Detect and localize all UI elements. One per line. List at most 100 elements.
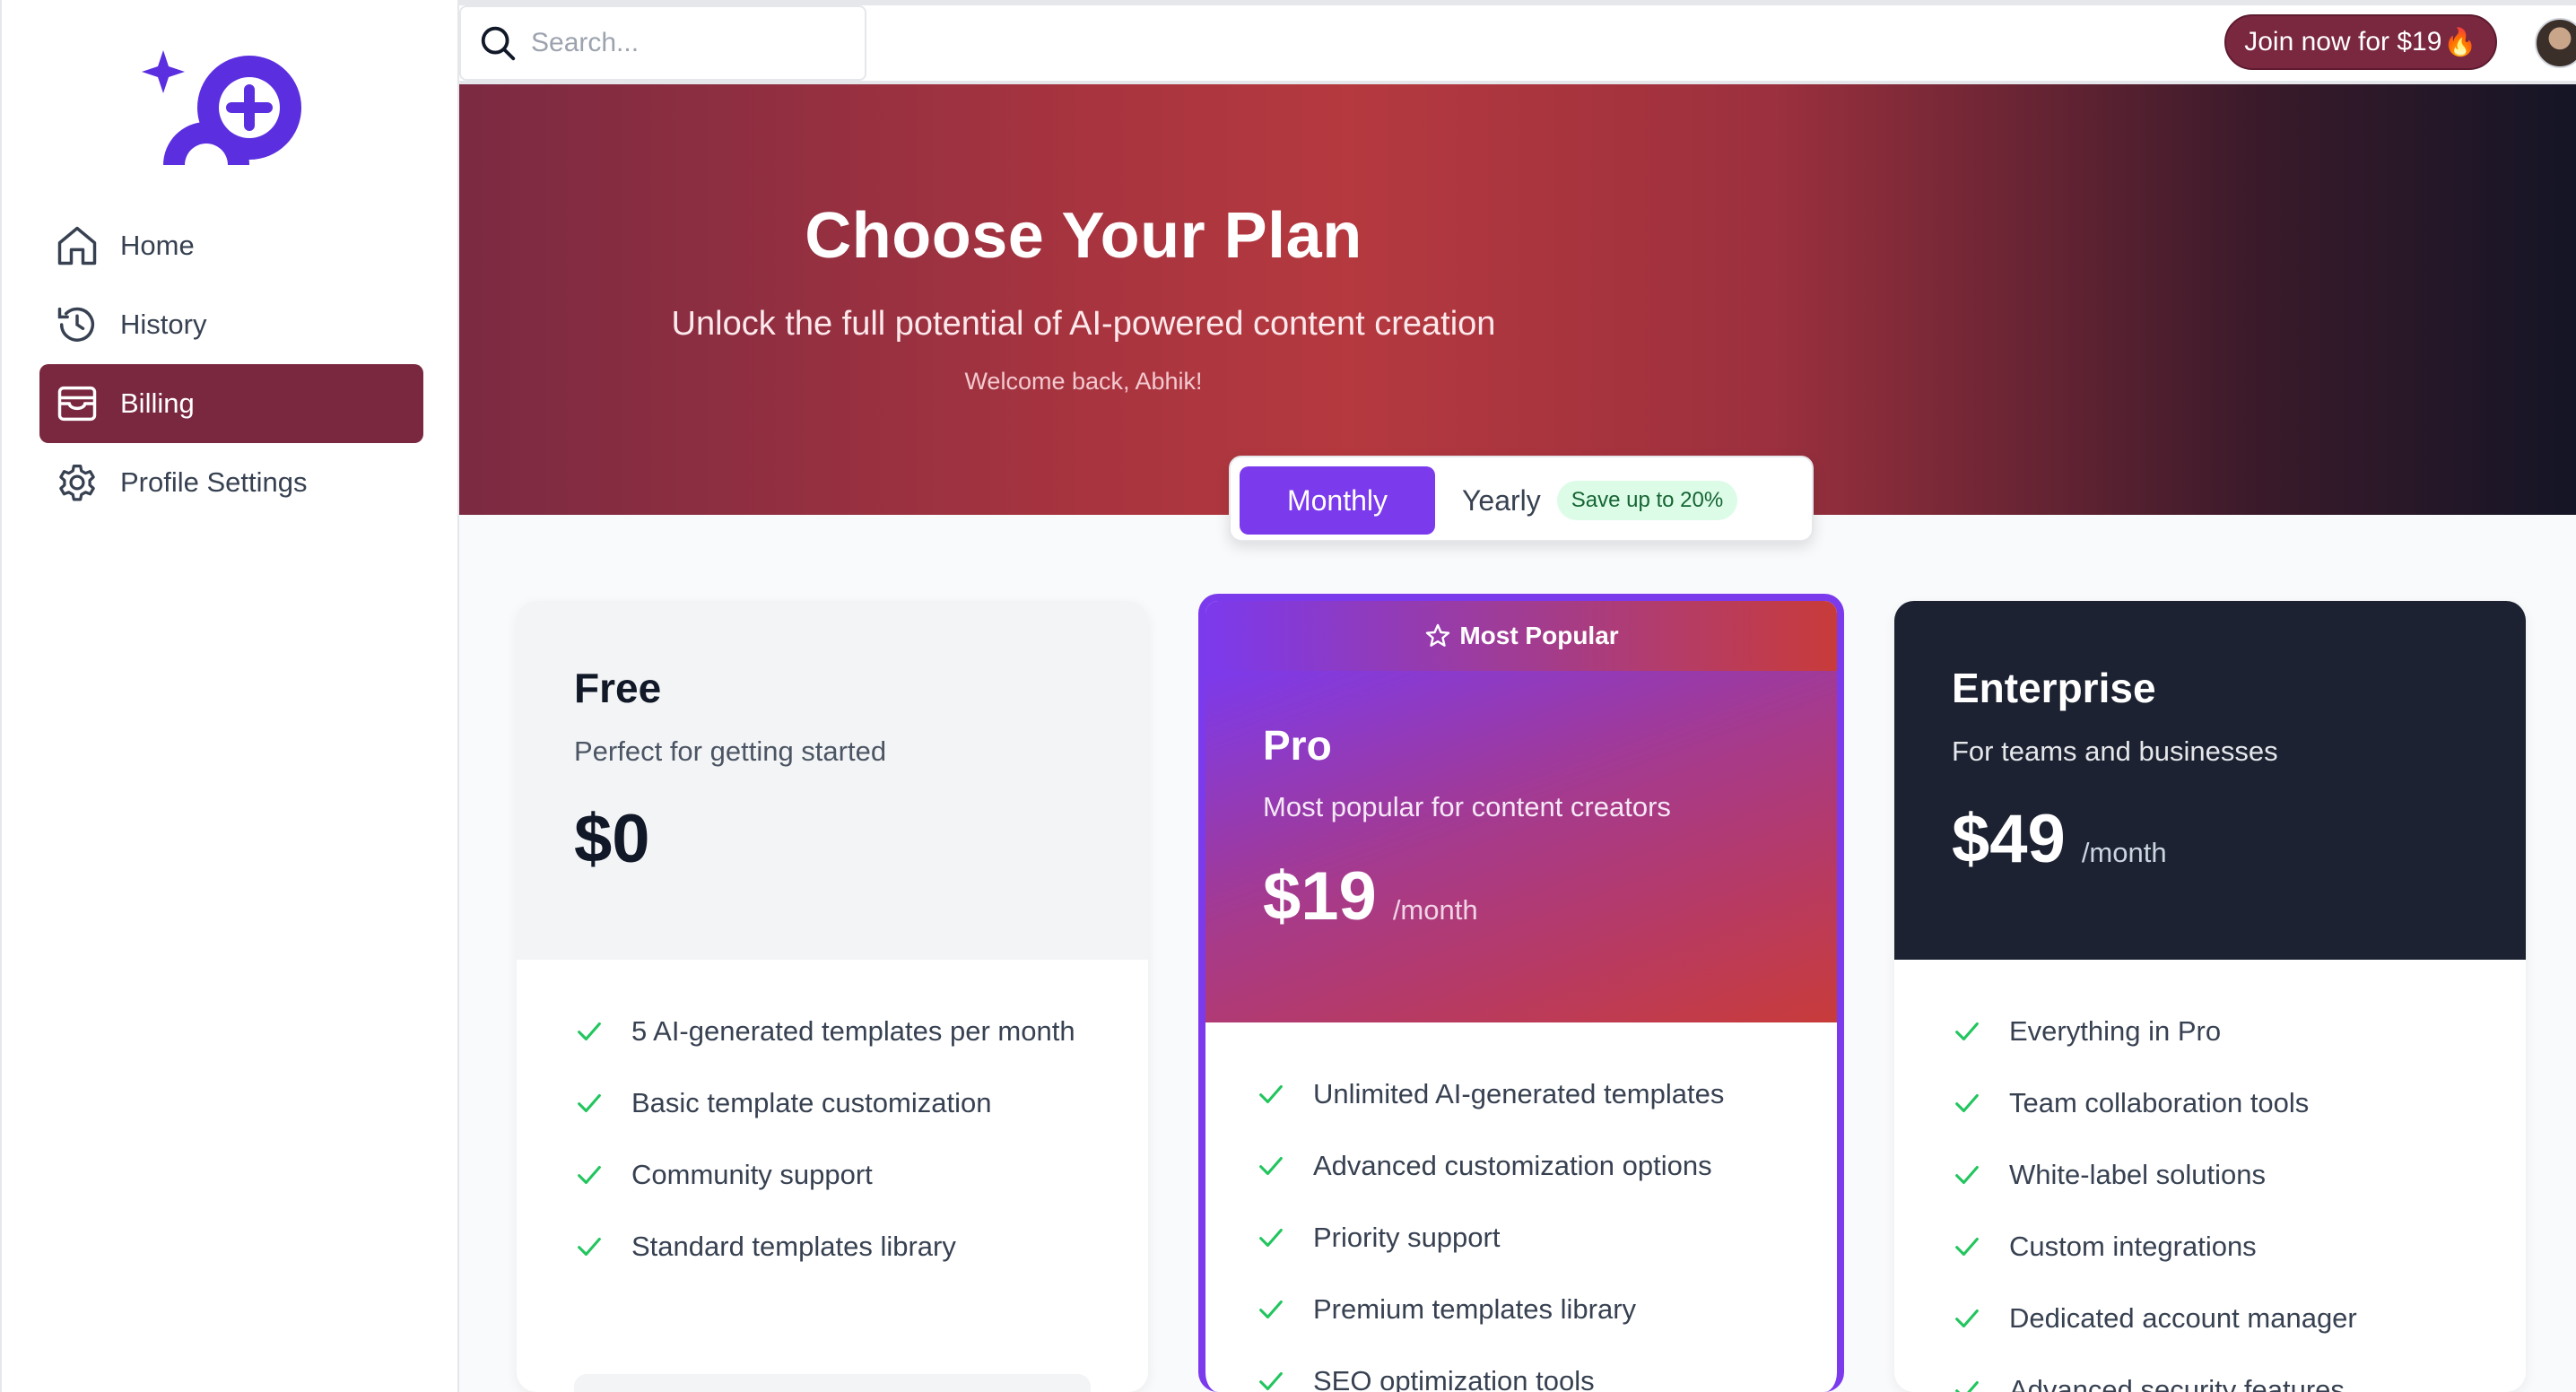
feature-text: Community support — [631, 1159, 873, 1190]
feature-text: Custom integrations — [2009, 1231, 2257, 1262]
check-icon — [578, 1022, 601, 1041]
check-icon — [1955, 1165, 1979, 1185]
app-logo-icon[interactable] — [136, 39, 325, 174]
sidebar-item-home[interactable]: Home — [39, 206, 423, 285]
feature-text: Standard templates library — [631, 1231, 956, 1262]
price-value: $0 — [574, 801, 650, 877]
feature-list: Unlimited AI-generated templates Advance… — [1256, 1073, 1776, 1392]
plan-card-enterprise: Enterprise For teams and businesses $49 … — [1894, 601, 2526, 1392]
check-icon — [1259, 1228, 1283, 1248]
plan-card-header: Enterprise For teams and businesses $49 … — [1894, 601, 2526, 960]
sidebar-item-label: Home — [120, 230, 195, 261]
feature-item: SEO optimization tools — [1256, 1360, 1776, 1392]
sidebar-item-billing[interactable]: Billing — [39, 364, 423, 443]
check-icon — [1955, 1309, 1979, 1328]
welcome-text: Welcome back, Abhik! — [964, 368, 1203, 395]
check-icon — [1259, 1156, 1283, 1176]
sidebar: Home History Billing Profile Settings — [0, 0, 459, 1392]
history-icon — [54, 301, 100, 348]
plan-price: $19 /month — [1263, 857, 1478, 935]
feature-text: Unlimited AI-generated templates — [1313, 1078, 1725, 1109]
plan-price: $0 — [574, 800, 650, 878]
check-icon — [1259, 1371, 1283, 1391]
feature-item: Unlimited AI-generated templates — [1256, 1073, 1776, 1116]
plan-name: Free — [574, 665, 662, 711]
feature-text: Dedicated account manager — [2009, 1302, 2357, 1334]
feature-list: 5 AI-generated templates per month Basic… — [574, 1010, 1094, 1297]
check-icon — [1259, 1300, 1283, 1319]
plan-card-pro: Most Popular Pro Most popular for conten… — [1198, 594, 1844, 1392]
feature-text: White-label solutions — [2009, 1159, 2267, 1190]
feature-item: Team collaboration tools — [1952, 1082, 2472, 1125]
sidebar-item-label: History — [120, 309, 207, 340]
sidebar-item-history[interactable]: History — [39, 285, 423, 364]
price-value: $19 — [1263, 858, 1377, 935]
monthly-toggle-button[interactable]: Monthly — [1240, 466, 1435, 535]
check-icon — [1955, 1237, 1979, 1257]
plan-description: Most popular for content creators — [1263, 791, 1671, 822]
check-icon — [578, 1093, 601, 1113]
feature-item: 5 AI-generated templates per month — [574, 1010, 1094, 1053]
most-popular-label: Most Popular — [1459, 622, 1619, 649]
price-unit: /month — [2081, 837, 2167, 868]
feature-text: Team collaboration tools — [2009, 1087, 2310, 1118]
plan-card-header: Pro Most popular for content creators $1… — [1205, 671, 1837, 1022]
yearly-label: Yearly — [1462, 483, 1541, 517]
check-icon — [578, 1165, 601, 1185]
feature-text: Premium templates library — [1313, 1293, 1637, 1325]
billing-period-toggle: Monthly Yearly Save up to 20% — [1229, 456, 1814, 542]
page-subtitle: Unlock the full potential of AI-powered … — [671, 305, 1496, 343]
search-box[interactable] — [459, 5, 866, 81]
feature-item: Dedicated account manager — [1952, 1297, 2472, 1340]
sidebar-item-label: Billing — [120, 387, 195, 419]
feature-item: White-label solutions — [1952, 1153, 2472, 1196]
feature-item: Basic template customization — [574, 1082, 1094, 1125]
feature-item: Everything in Pro — [1952, 1010, 2472, 1053]
check-icon — [578, 1237, 601, 1257]
join-button-label: Join now for $19 — [2244, 27, 2442, 57]
plan-description: For teams and businesses — [1952, 735, 2278, 767]
feature-text: Priority support — [1313, 1222, 1501, 1253]
plan-description: Perfect for getting started — [574, 735, 887, 767]
plan-name: Pro — [1263, 722, 1332, 769]
search-icon — [481, 26, 516, 61]
price-unit: /month — [1392, 894, 1478, 926]
check-icon — [1259, 1084, 1283, 1104]
plan-card-header: Free Perfect for getting started $0 — [517, 601, 1148, 960]
feature-text: Advanced security features — [2009, 1374, 2345, 1392]
home-icon — [54, 222, 100, 269]
search-input[interactable] — [531, 28, 836, 58]
feature-item: Custom integrations — [1952, 1225, 2472, 1268]
feature-text: 5 AI-generated templates per month — [631, 1015, 1075, 1047]
yearly-toggle-button[interactable]: Yearly Save up to 20% — [1462, 466, 1738, 535]
hero-banner: Choose Your Plan Unlock the full potenti… — [459, 84, 2576, 515]
feature-item: Community support — [574, 1153, 1094, 1196]
feature-item: Advanced customization options — [1256, 1144, 1776, 1188]
sidebar-item-label: Profile Settings — [120, 466, 308, 498]
check-icon — [1955, 1093, 1979, 1113]
feature-item: Premium templates library — [1256, 1288, 1776, 1331]
check-icon — [1955, 1022, 1979, 1041]
most-popular-banner: Most Popular — [1205, 601, 1837, 671]
free-plan-button[interactable] — [574, 1374, 1091, 1392]
feature-text: Basic template customization — [631, 1087, 992, 1118]
join-now-button[interactable]: Join now for $19 🔥 — [2224, 14, 2497, 70]
avatar[interactable] — [2535, 18, 2576, 68]
fire-emoji: 🔥 — [2443, 27, 2477, 57]
save-badge: Save up to 20% — [1556, 481, 1738, 520]
wallet-icon — [54, 380, 100, 427]
gear-icon — [54, 459, 100, 506]
feature-text: Everything in Pro — [2009, 1015, 2222, 1047]
feature-item: Priority support — [1256, 1216, 1776, 1259]
sidebar-item-profile-settings[interactable]: Profile Settings — [39, 443, 423, 522]
page-title: Choose Your Plan — [805, 200, 1362, 272]
price-value: $49 — [1952, 801, 2066, 877]
feature-text: SEO optimization tools — [1313, 1365, 1595, 1392]
feature-text: Advanced customization options — [1313, 1150, 1712, 1181]
app-root: Home History Billing Profile Settings Jo… — [0, 0, 2576, 1392]
plan-name: Enterprise — [1952, 665, 2156, 711]
feature-item: Advanced security features — [1952, 1369, 2472, 1392]
feature-list: Everything in Pro Team collaboration too… — [1952, 1010, 2472, 1392]
check-icon — [1955, 1380, 1979, 1392]
plan-price: $49 /month — [1952, 800, 2167, 878]
